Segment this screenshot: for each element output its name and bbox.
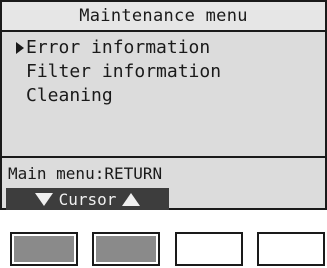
function-key-3[interactable]	[175, 232, 243, 266]
selection-pointer-icon	[16, 42, 24, 54]
function-key-row	[0, 232, 327, 268]
menu-item-label: Cleaning	[26, 85, 113, 106]
key-indicator	[96, 236, 156, 262]
return-hint: Main menu:RETURN	[8, 164, 163, 183]
screen-footer: Main menu:RETURN Cursor	[2, 156, 325, 210]
menu-item-cleaning[interactable]: Cleaning	[16, 84, 221, 108]
function-key-4[interactable]	[257, 232, 325, 266]
key-indicator	[14, 236, 74, 262]
function-key-2[interactable]	[92, 232, 160, 266]
menu-item-error-information[interactable]: Error information	[16, 36, 221, 60]
key-indicator	[261, 236, 321, 262]
cursor-softkey[interactable]: Cursor	[6, 188, 169, 210]
function-key-1[interactable]	[10, 232, 78, 266]
menu-item-label: Error information	[26, 37, 211, 58]
title-bar: Maintenance menu	[2, 2, 325, 32]
menu-item-filter-information[interactable]: Filter information	[16, 60, 221, 84]
screen-title: Maintenance menu	[79, 6, 248, 26]
maintenance-menu-list: Error information Filter information Cle…	[16, 36, 221, 108]
key-indicator	[179, 236, 239, 262]
triangle-down-icon	[34, 192, 53, 206]
lcd-screen: Maintenance menu Error information Filte…	[0, 0, 327, 210]
menu-item-label: Filter information	[26, 61, 222, 82]
cursor-label: Cursor	[58, 189, 117, 209]
triangle-up-icon	[122, 192, 141, 206]
